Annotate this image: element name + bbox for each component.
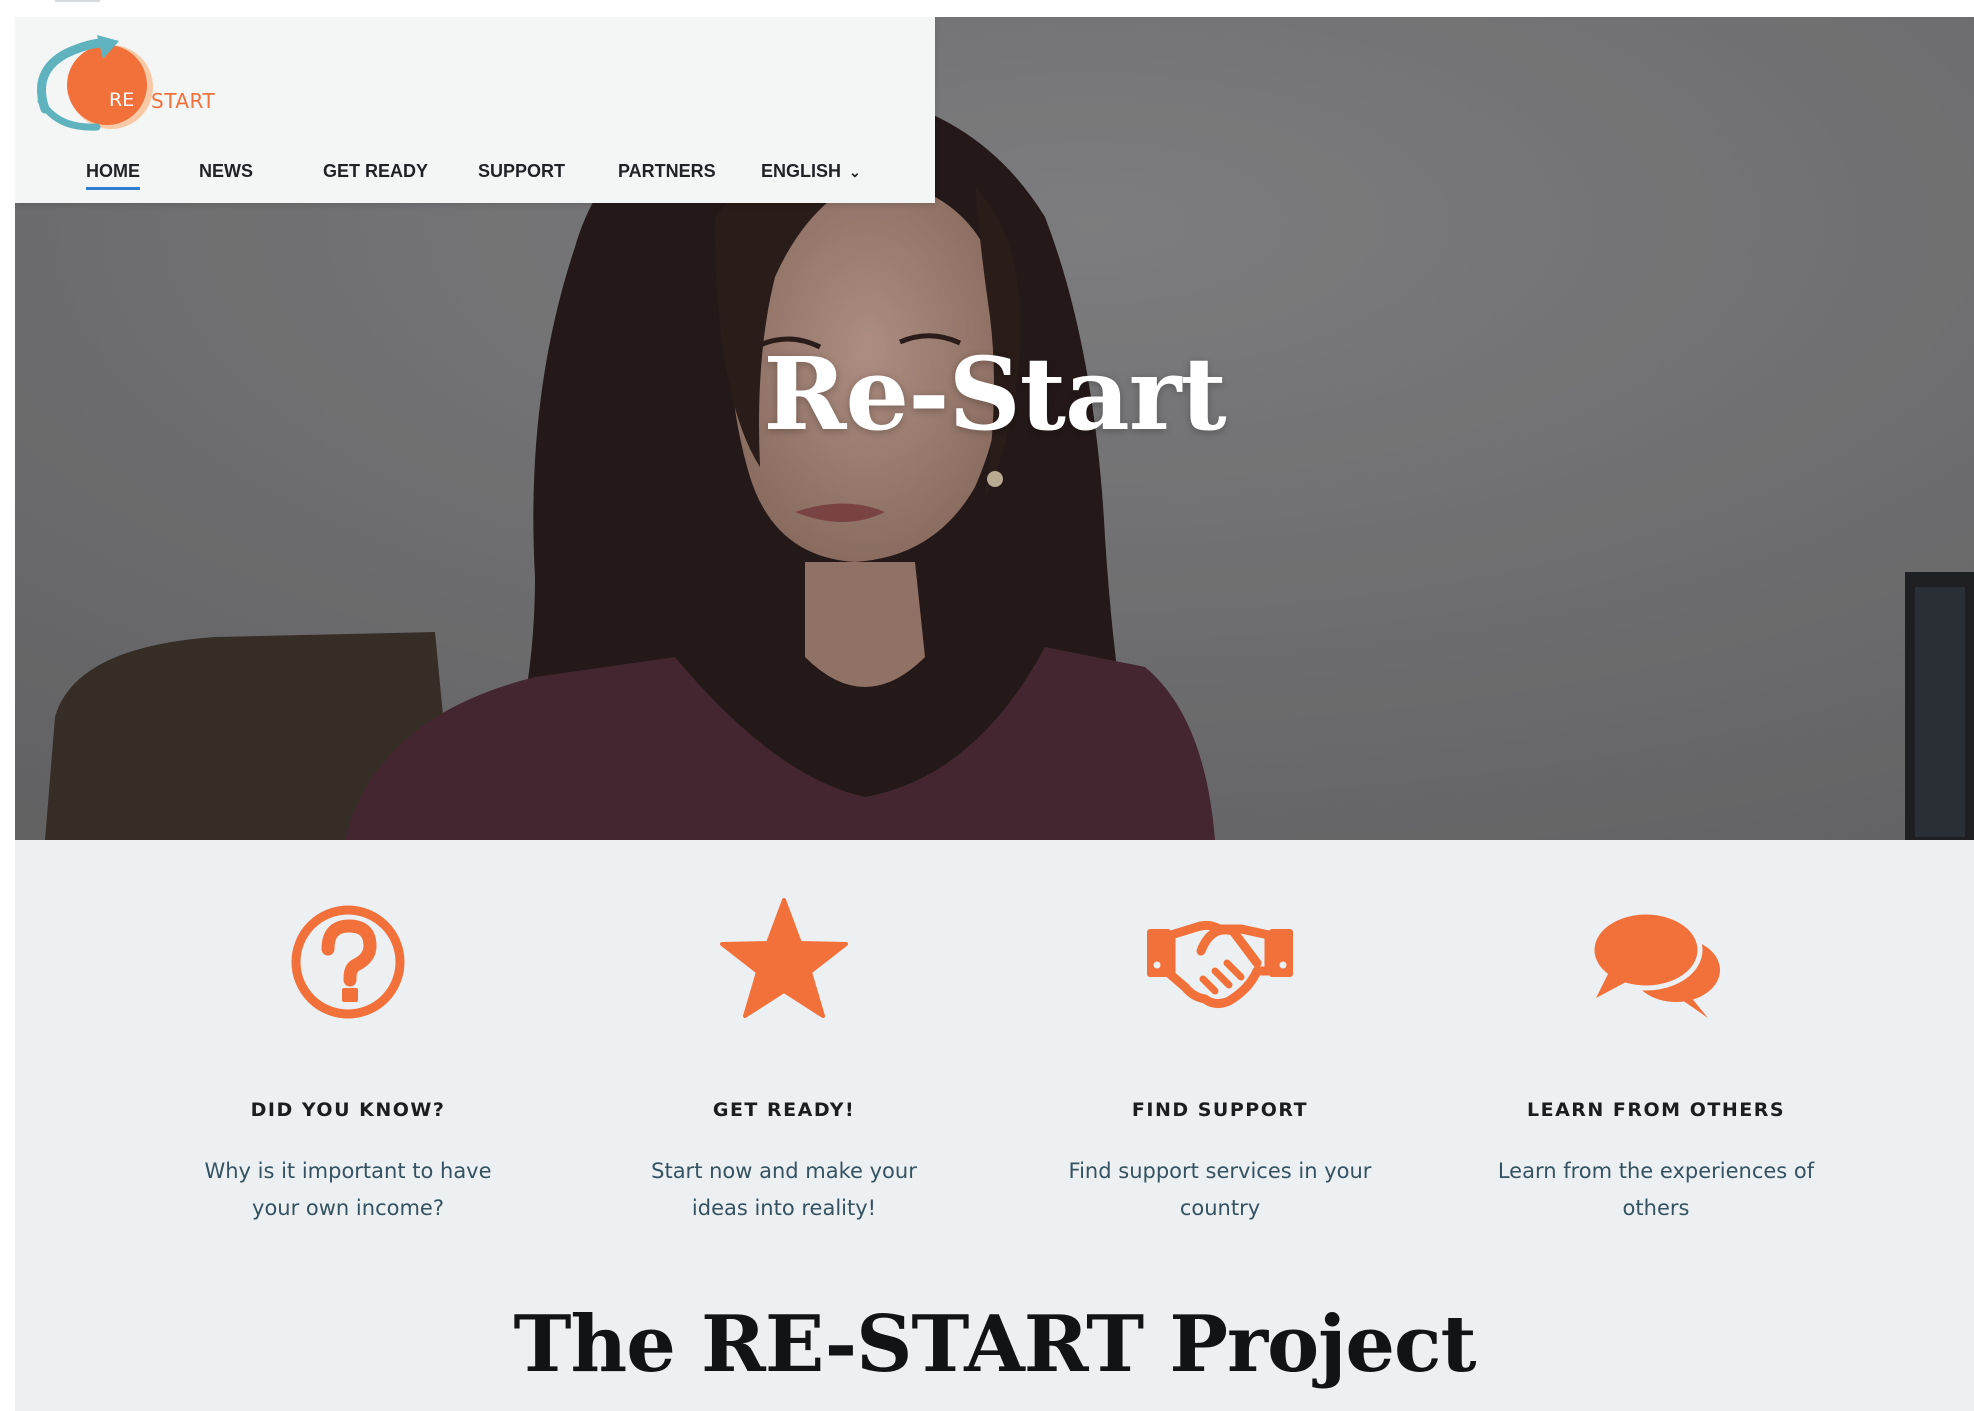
nav-get-ready[interactable]: GET READY <box>323 161 428 182</box>
handshake-icon <box>1147 920 1293 1009</box>
chat-bubbles-icon <box>1589 909 1720 1018</box>
section-title: The RE-START Project <box>513 1299 1476 1390</box>
feature-description: Why is it important to have your own inc… <box>204 1159 492 1220</box>
logo-text-re: RE <box>109 89 135 111</box>
nav-language-dropdown[interactable]: ENGLISH ⌄ <box>761 161 861 182</box>
site-header: RE START HOME NEWS GET READY SUPPORT PAR… <box>15 17 935 203</box>
feature-title: GET READY! <box>712 1099 856 1121</box>
hero-title: Re-Start <box>763 335 1226 453</box>
site-logo[interactable]: RE START <box>27 31 217 131</box>
question-circle-icon <box>291 905 405 1019</box>
chevron-down-icon: ⌄ <box>849 164 861 180</box>
feature-title: FIND SUPPORT <box>1131 1099 1309 1121</box>
nav-home[interactable]: HOME <box>86 161 140 190</box>
logo-mark-icon <box>37 35 153 131</box>
feature-description: Learn from the experiences of others <box>1497 1159 1815 1220</box>
nav-language-label: ENGLISH <box>761 161 842 181</box>
feature-title: LEARN FROM OTHERS <box>1526 1099 1786 1121</box>
page: Re-Start RE START HOME NEWS GET READY SU… <box>15 17 1974 1411</box>
browser-top-strip <box>0 0 1974 17</box>
feature-title: DID YOU KNOW? <box>250 1099 446 1121</box>
nav-support[interactable]: SUPPORT <box>478 161 565 182</box>
tab-indicator <box>55 0 100 2</box>
feature-description: Start now and make your ideas into reali… <box>651 1159 917 1220</box>
star-icon <box>720 898 848 1018</box>
features-row: DID YOU KNOW? Why is it important to hav… <box>15 840 1974 1240</box>
feature-description: Find support services in your country <box>1068 1159 1372 1220</box>
nav-partners[interactable]: PARTNERS <box>618 161 716 182</box>
logo-text-start: START <box>151 89 216 113</box>
nav-news[interactable]: NEWS <box>199 161 253 182</box>
